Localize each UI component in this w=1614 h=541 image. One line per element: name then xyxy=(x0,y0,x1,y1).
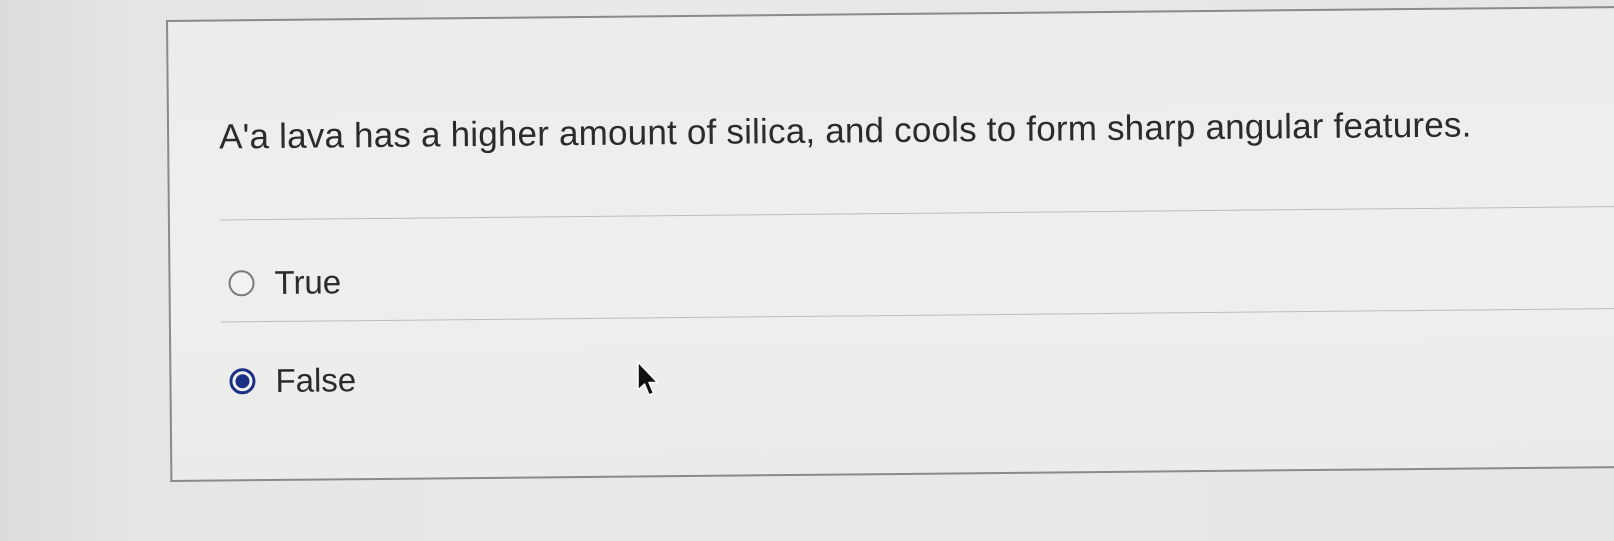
divider xyxy=(219,206,1614,221)
question-text: A'a lava has a higher amount of silica, … xyxy=(218,105,1472,157)
option-label-false: False xyxy=(275,361,357,399)
radio-button-false[interactable] xyxy=(229,368,256,395)
question-card: A'a lava has a higher amount of silica, … xyxy=(166,5,1614,482)
mouse-pointer-icon xyxy=(637,361,659,396)
option-label-true: True xyxy=(274,263,342,301)
radio-button-true[interactable] xyxy=(228,270,255,297)
answer-option-false[interactable]: False xyxy=(229,360,356,401)
answer-option-true[interactable]: True xyxy=(228,262,341,303)
divider xyxy=(220,308,1614,323)
